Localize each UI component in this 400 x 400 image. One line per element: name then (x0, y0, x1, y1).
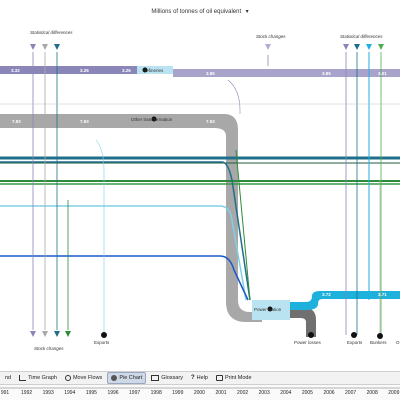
pie-chart-label: Pie Chart (119, 375, 143, 381)
stock-change-marker-b2[interactable] (42, 331, 48, 337)
move-flows-button[interactable]: Move Flows (62, 373, 105, 383)
timeline-year[interactable]: 1999 (172, 390, 183, 396)
label-stock-changes-top: Stock changes (256, 34, 286, 39)
help-label: Help (196, 375, 208, 381)
label-stat-diff-top-right: Statistical differences (340, 34, 383, 39)
time-graph-label: Time Graph (28, 375, 57, 381)
glossary-button[interactable]: Glossary (148, 373, 186, 383)
timeline-year[interactable]: 2003 (259, 390, 270, 396)
legend-button[interactable]: nd (0, 373, 14, 383)
label-power-station: Power station (254, 307, 282, 312)
help-icon: ? (190, 375, 195, 381)
sankey-diagram: Statistical differences Stock changes St… (0, 30, 400, 351)
stat-diff-marker-r4[interactable] (378, 44, 384, 50)
timeline-year[interactable]: 1996 (107, 390, 118, 396)
exports-left-dot[interactable] (101, 332, 107, 338)
exports-line-left (95, 139, 105, 334)
bunkers-dot[interactable] (377, 333, 383, 339)
value-label: 3.26 (80, 68, 89, 73)
label-other-transformation: Other transformation (131, 117, 173, 122)
timeline-year[interactable]: 1995 (86, 390, 97, 396)
flow-line-lightblue[interactable] (0, 205, 247, 301)
timeline-year[interactable]: 1992 (21, 390, 32, 396)
stock-change-marker-b1[interactable] (30, 331, 36, 337)
glossary-label: Glossary (161, 375, 183, 381)
graph-icon (19, 375, 27, 381)
units-dropdown-caret[interactable]: ▾ (246, 9, 249, 15)
pie-chart-button[interactable]: Pie Chart (107, 372, 147, 384)
label-power-losses: Power losses (294, 340, 322, 345)
chart-header: Millions of tonnes of oil equivalent ▾ (0, 0, 400, 15)
label-exports-left: Exports (94, 340, 110, 345)
stock-change-marker-b4[interactable] (65, 331, 71, 337)
flow-band-gray-main[interactable] (0, 114, 262, 322)
value-label: 7.93 (80, 119, 89, 124)
stat-diff-marker-3[interactable] (54, 44, 60, 50)
value-label: 7.93 (12, 119, 21, 124)
timeline-year[interactable]: 1993 (43, 390, 54, 396)
timeline-year[interactable]: 2000 (194, 390, 205, 396)
flow-band-imports[interactable] (0, 66, 137, 74)
value-label: 3.01 (378, 71, 387, 76)
label-stat-diff-top-left: Statistical differences (30, 30, 73, 35)
help-button[interactable]: ? Help (188, 373, 211, 383)
power-losses-dot[interactable] (308, 332, 314, 338)
stat-diff-marker-r1[interactable] (343, 44, 349, 50)
value-label: 3.85 (206, 71, 215, 76)
value-label: 7.93 (206, 119, 215, 124)
legend-label: nd (5, 375, 12, 381)
timeline-year[interactable]: 2008 (367, 390, 378, 396)
timeline-year[interactable]: 2004 (280, 390, 291, 396)
timeline-year[interactable]: 2002 (237, 390, 248, 396)
label-refineries: Refineries (143, 68, 164, 73)
timeline-year[interactable]: 991 (1, 390, 9, 396)
year-timeline[interactable]: 991 1992 1993 1994 1995 1996 1997 1998 1999 2000 2… (0, 385, 400, 400)
print-mode-button[interactable]: Print Mode (213, 373, 255, 383)
print-icon (215, 375, 223, 381)
timeline-year[interactable]: 1998 (151, 390, 162, 396)
exports-right-dot[interactable] (351, 332, 357, 338)
label-stock-changes-bottom: Stock changes (34, 346, 64, 351)
timeline-year[interactable]: 2007 (345, 390, 356, 396)
toolbar: nd Time Graph Move Flows Pie Chart Gloss… (0, 371, 400, 385)
value-label: 3.72 (322, 292, 331, 297)
sankey-app: Statistical differences Stock changes St… (0, 0, 400, 400)
timeline-year[interactable]: 1997 (129, 390, 140, 396)
move-flows-label: Move Flows (72, 375, 103, 381)
timeline-year[interactable]: 1994 (64, 390, 75, 396)
pie-chart-icon (111, 375, 118, 381)
time-graph-button[interactable]: Time Graph (16, 373, 60, 383)
stock-change-marker-b3[interactable] (54, 331, 60, 337)
value-label: 3.32 (11, 68, 20, 73)
timeline-year[interactable]: 2005 (302, 390, 313, 396)
timeline-year[interactable]: 2001 (215, 390, 226, 396)
label-bunkers: Bunkers (370, 340, 387, 345)
flow-line-teal-dark[interactable] (0, 161, 251, 301)
flow-line-blue[interactable] (0, 255, 249, 301)
timeline-year[interactable]: 2006 (323, 390, 334, 396)
value-label: 3.26 (122, 68, 131, 73)
value-label: 3.71 (378, 292, 387, 297)
glossary-icon (151, 375, 160, 381)
other-trans-line (227, 79, 241, 114)
stat-diff-marker-r3[interactable] (366, 44, 372, 50)
label-exports-right: Exports (347, 340, 363, 345)
stat-diff-marker-1[interactable] (30, 44, 36, 50)
move-icon (64, 375, 71, 381)
value-label: 3.85 (322, 71, 331, 76)
print-mode-label: Print Mode (224, 375, 252, 381)
timeline-year[interactable]: 2009 (388, 390, 399, 396)
stat-diff-marker-2[interactable] (42, 44, 48, 50)
stock-change-marker-top[interactable] (265, 44, 271, 50)
stat-diff-marker-r2[interactable] (354, 44, 360, 50)
units-title: Millions of tonnes of oil equivalent (151, 9, 242, 15)
label-cut: O (396, 340, 400, 345)
